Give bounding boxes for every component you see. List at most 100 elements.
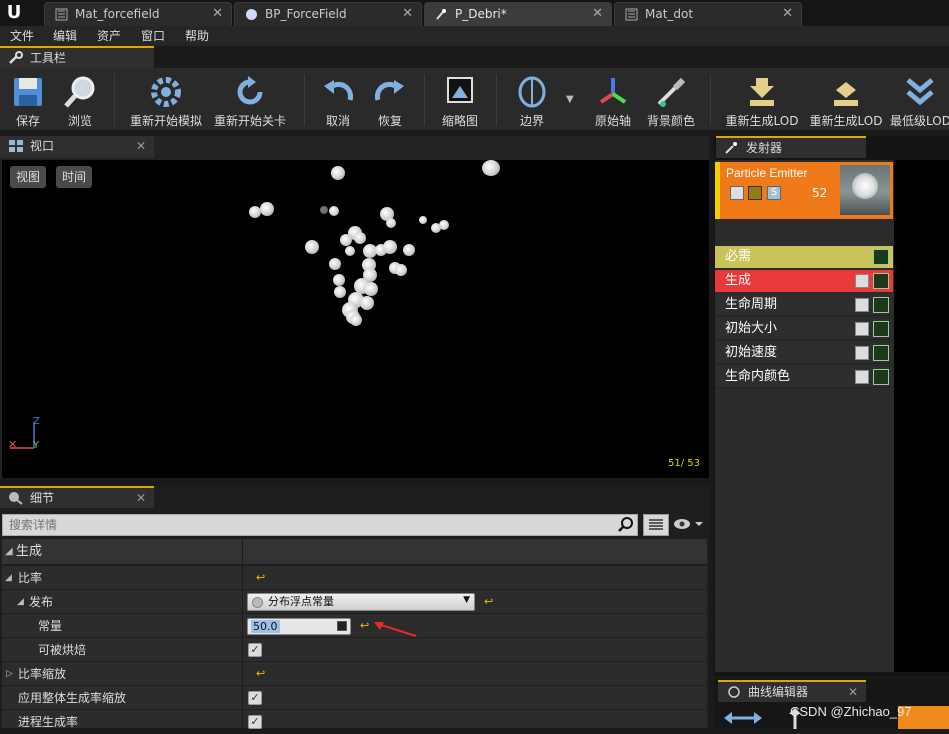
viewport-time-button[interactable]: 时间 bbox=[56, 166, 93, 188]
module-enable-checkbox[interactable] bbox=[855, 298, 869, 312]
property-row-process-spawn-rate[interactable]: 进程生成率 ✓ bbox=[2, 710, 707, 729]
particle bbox=[331, 166, 345, 180]
property-row-constant[interactable]: 常量 50.0 ↩ bbox=[2, 614, 707, 638]
expand-arrow-icon[interactable]: ▷ bbox=[6, 662, 13, 686]
reset-default-icon[interactable]: ↩ bbox=[256, 571, 265, 584]
menu-asset[interactable]: 资产 bbox=[97, 26, 121, 46]
process-spawn-rate-checkbox[interactable]: ✓ bbox=[248, 715, 262, 729]
eye-visibility-icon[interactable] bbox=[673, 517, 703, 531]
emitter-particle-count: 52 bbox=[812, 186, 828, 200]
menu-help[interactable]: 帮助 bbox=[185, 26, 209, 46]
module-color-over-life[interactable]: 生命内颜色 bbox=[715, 366, 893, 388]
tab-bp-forcefield[interactable]: BP_ForceField ✕ bbox=[234, 2, 422, 26]
property-row-rate-scale[interactable]: ▷ 比率缩放 ↩ bbox=[2, 662, 707, 686]
viewport-panel-tab[interactable]: 视口 ✕ bbox=[0, 136, 154, 158]
module-initial-size[interactable]: 初始大小 bbox=[715, 318, 893, 340]
curve-icon bbox=[728, 686, 740, 698]
details-panel-tab[interactable]: 细节 ✕ bbox=[0, 486, 154, 508]
redo-button[interactable]: 恢复 bbox=[366, 68, 414, 130]
emitter-render-mode-icon[interactable] bbox=[748, 186, 762, 200]
save-icon bbox=[14, 78, 42, 106]
module-enable-checkbox[interactable] bbox=[855, 346, 869, 360]
fit-horizontal-icon[interactable] bbox=[722, 706, 764, 729]
apply-global-scale-checkbox[interactable]: ✓ bbox=[248, 691, 262, 705]
module-enable-checkbox[interactable] bbox=[855, 370, 869, 384]
browse-button[interactable]: 浏览 bbox=[56, 68, 104, 130]
curve-graph-icon[interactable] bbox=[873, 369, 889, 385]
regen-lod-button[interactable]: 重新生成LOD bbox=[722, 68, 802, 130]
regen-lod-button-2[interactable]: 重新生成LOD bbox=[806, 68, 886, 130]
emitter-panel-tab[interactable]: 发射器 bbox=[716, 136, 866, 158]
menu-window[interactable]: 窗口 bbox=[141, 26, 165, 46]
curve-editor-tab[interactable]: 曲线编辑器 ✕ bbox=[718, 680, 866, 702]
collapse-arrow-icon[interactable]: ◢ bbox=[5, 566, 12, 590]
menu-file[interactable]: 文件 bbox=[10, 26, 34, 46]
reset-default-icon[interactable]: ↩ bbox=[484, 595, 493, 608]
constant-value-field[interactable]: 50.0 bbox=[247, 618, 351, 635]
search-field[interactable] bbox=[2, 514, 638, 536]
curve-graph-icon[interactable] bbox=[873, 297, 889, 313]
button-label: 边界 bbox=[519, 114, 544, 128]
property-row-bakeable[interactable]: 可被烘焙 ✓ bbox=[2, 638, 707, 662]
close-icon[interactable]: ✕ bbox=[212, 3, 223, 25]
lowest-lod-button[interactable]: 最低级LOD bbox=[890, 68, 949, 130]
view-options-button[interactable] bbox=[643, 514, 669, 536]
viewport-canvas[interactable]: Z Y ✕ bbox=[2, 160, 709, 478]
save-button[interactable]: 保存 bbox=[4, 68, 52, 130]
menu-edit[interactable]: 编辑 bbox=[53, 26, 77, 46]
section-spawn[interactable]: ◢ 生成 bbox=[2, 539, 707, 565]
search-icon[interactable] bbox=[618, 516, 634, 532]
curve-graph-icon[interactable] bbox=[873, 345, 889, 361]
close-icon[interactable]: ✕ bbox=[136, 136, 146, 156]
close-icon[interactable]: ✕ bbox=[848, 682, 858, 702]
background-color-button[interactable]: 背景颜色 bbox=[642, 68, 700, 130]
collapse-arrow-icon[interactable]: ◢ bbox=[5, 539, 13, 565]
module-initial-velocity[interactable]: 初始速度 bbox=[715, 342, 893, 364]
emitter-enable-checkbox[interactable] bbox=[730, 186, 744, 200]
module-label: 生命周期 bbox=[725, 297, 778, 312]
close-icon[interactable]: ✕ bbox=[402, 3, 413, 25]
property-label: 比率缩放 bbox=[18, 667, 67, 681]
close-icon[interactable]: ✕ bbox=[136, 488, 146, 508]
tab-mat-forcefield[interactable]: Mat_forcefield ✕ bbox=[44, 2, 232, 26]
unreal-logo-icon[interactable]: U bbox=[4, 3, 24, 23]
bounds-button[interactable]: 边界 bbox=[508, 68, 556, 130]
tab-p-debri[interactable]: P_Debri* ✕ bbox=[424, 2, 612, 26]
curve-graph-icon[interactable] bbox=[873, 321, 889, 337]
particle bbox=[350, 314, 362, 326]
bakeable-checkbox[interactable]: ✓ bbox=[248, 643, 262, 657]
close-icon[interactable]: ✕ bbox=[592, 3, 603, 25]
button-label: 浏览 bbox=[67, 114, 92, 128]
property-row-apply-global-scale[interactable]: 应用整体生成率缩放 ✓ bbox=[2, 686, 707, 710]
browse-icon bbox=[64, 76, 95, 108]
module-required[interactable]: 必需 bbox=[715, 246, 893, 268]
emitter-icon bbox=[725, 142, 737, 154]
viewport-view-button[interactable]: 视图 bbox=[10, 166, 47, 188]
module-spawn[interactable]: 生成 bbox=[715, 270, 893, 292]
collapse-arrow-icon[interactable]: ◢ bbox=[17, 590, 24, 614]
reset-default-icon[interactable]: ↩ bbox=[360, 619, 369, 632]
module-lifetime[interactable]: 生命周期 bbox=[715, 294, 893, 316]
distribution-dropdown[interactable]: 分布浮点常量 ▼ bbox=[247, 593, 475, 611]
toolbar-panel-tab[interactable]: 工具栏 bbox=[0, 46, 154, 68]
curve-graph-icon[interactable] bbox=[873, 273, 889, 289]
module-enable-checkbox[interactable] bbox=[855, 322, 869, 336]
search-input[interactable] bbox=[3, 515, 637, 535]
particle bbox=[260, 202, 274, 216]
property-row-rate[interactable]: ◢ 比率 ↩ bbox=[2, 566, 707, 590]
restart-sim-button[interactable]: 重新开始模拟 bbox=[126, 68, 206, 130]
panel-title: 细节 bbox=[30, 491, 55, 505]
emitter-header[interactable]: Particle Emitter S 52 bbox=[715, 162, 893, 219]
property-row-distribution[interactable]: ◢ 发布 分布浮点常量 ▼ ↩ bbox=[2, 590, 707, 614]
bounds-dropdown-arrow-icon[interactable]: ▼ bbox=[566, 94, 574, 105]
emitter-solo-icon[interactable]: S bbox=[767, 186, 781, 200]
restart-level-button[interactable]: 重新开始关卡 bbox=[210, 68, 290, 130]
tab-mat-dot[interactable]: Mat_dot ✕ bbox=[614, 2, 802, 26]
close-icon[interactable]: ✕ bbox=[782, 3, 793, 25]
thumbnail-button[interactable]: 缩略图 bbox=[434, 68, 486, 130]
axis-button[interactable]: 原始轴 bbox=[588, 68, 638, 130]
undo-button[interactable]: 取消 bbox=[314, 68, 362, 130]
reset-default-icon[interactable]: ↩ bbox=[256, 667, 265, 680]
curve-graph-icon[interactable] bbox=[873, 249, 889, 265]
module-enable-checkbox[interactable] bbox=[855, 274, 869, 288]
